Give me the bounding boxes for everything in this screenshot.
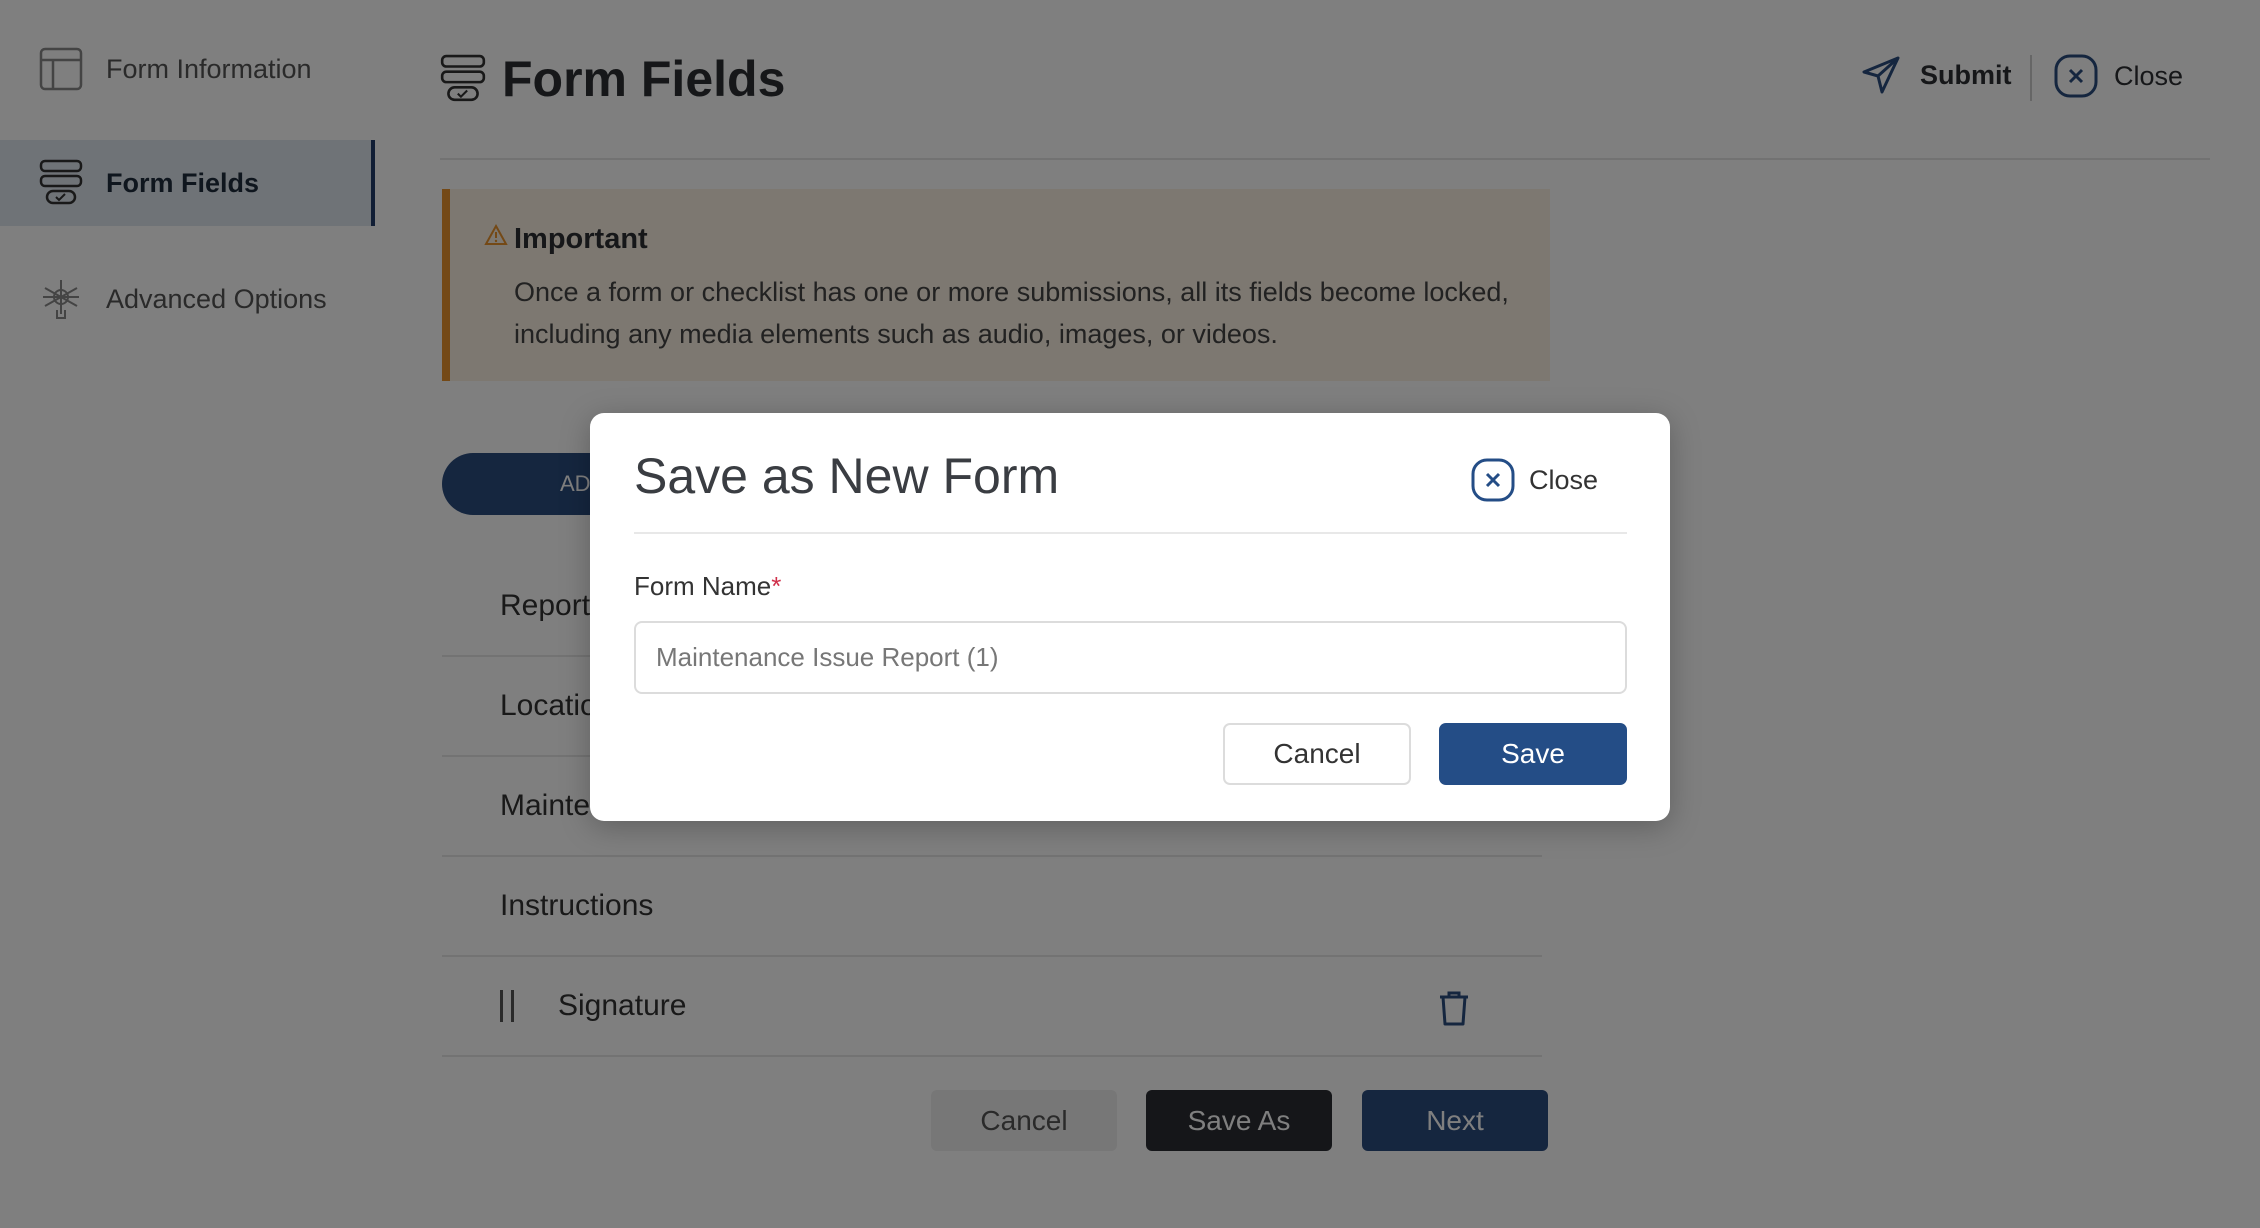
close-icon [1471, 458, 1515, 502]
form-name-label: Form Name* [634, 571, 781, 602]
dialog-cancel-button[interactable]: Cancel [1223, 723, 1411, 785]
form-name-input[interactable] [634, 621, 1627, 694]
dialog-close-label: Close [1528, 464, 1598, 495]
dialog-divider [634, 532, 1627, 534]
dialog-title: Save as New Form [634, 448, 1060, 504]
form-name-label-text: Form Name [634, 571, 772, 601]
required-mark: * [771, 571, 782, 601]
save-as-new-form-dialog: Save as New Form Close Form Name* Cancel… [590, 413, 1670, 821]
dialog-save-button[interactable]: Save [1439, 723, 1627, 785]
dialog-close-button[interactable]: Close [1471, 458, 1598, 502]
